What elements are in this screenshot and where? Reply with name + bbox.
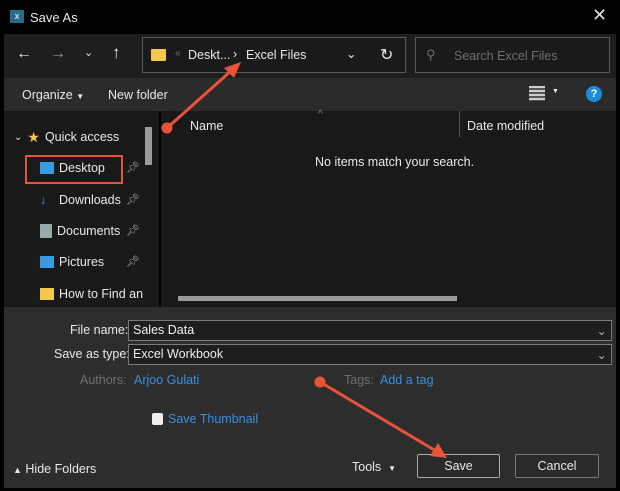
arrow-to-save — [320, 382, 436, 451]
arrow-to-breadcrumb — [167, 70, 232, 128]
annotation-arrows — [0, 0, 620, 491]
